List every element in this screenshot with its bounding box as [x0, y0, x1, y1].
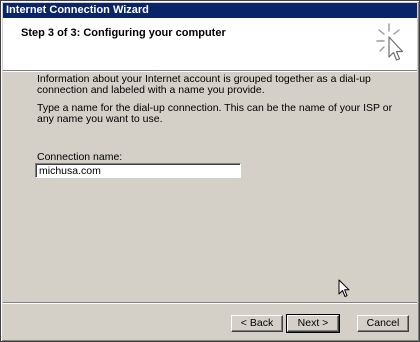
- info-paragraph: Information about your Internet account …: [37, 73, 371, 96]
- wizard-header: Step 3 of 3: Configuring your computer: [3, 18, 417, 71]
- back-button[interactable]: < Back: [231, 315, 283, 332]
- window-title: Internet Connection Wizard: [3, 3, 417, 18]
- connection-name-label: Connection name:: [37, 151, 123, 163]
- footer-divider: [3, 302, 417, 304]
- header-divider: [3, 71, 417, 72]
- next-button[interactable]: Next >: [286, 314, 340, 333]
- mouse-pointer-icon: [338, 279, 350, 297]
- instruction-paragraph: Type a name for the dial-up connection. …: [37, 102, 393, 125]
- wizard-sparkle-cursor-icon: [376, 23, 404, 61]
- wizard-window: Internet Connection Wizard Step 3 of 3: …: [0, 0, 420, 342]
- step-title: Step 3 of 3: Configuring your computer: [21, 27, 226, 39]
- cancel-button[interactable]: Cancel: [357, 315, 409, 332]
- connection-name-input[interactable]: [35, 163, 241, 178]
